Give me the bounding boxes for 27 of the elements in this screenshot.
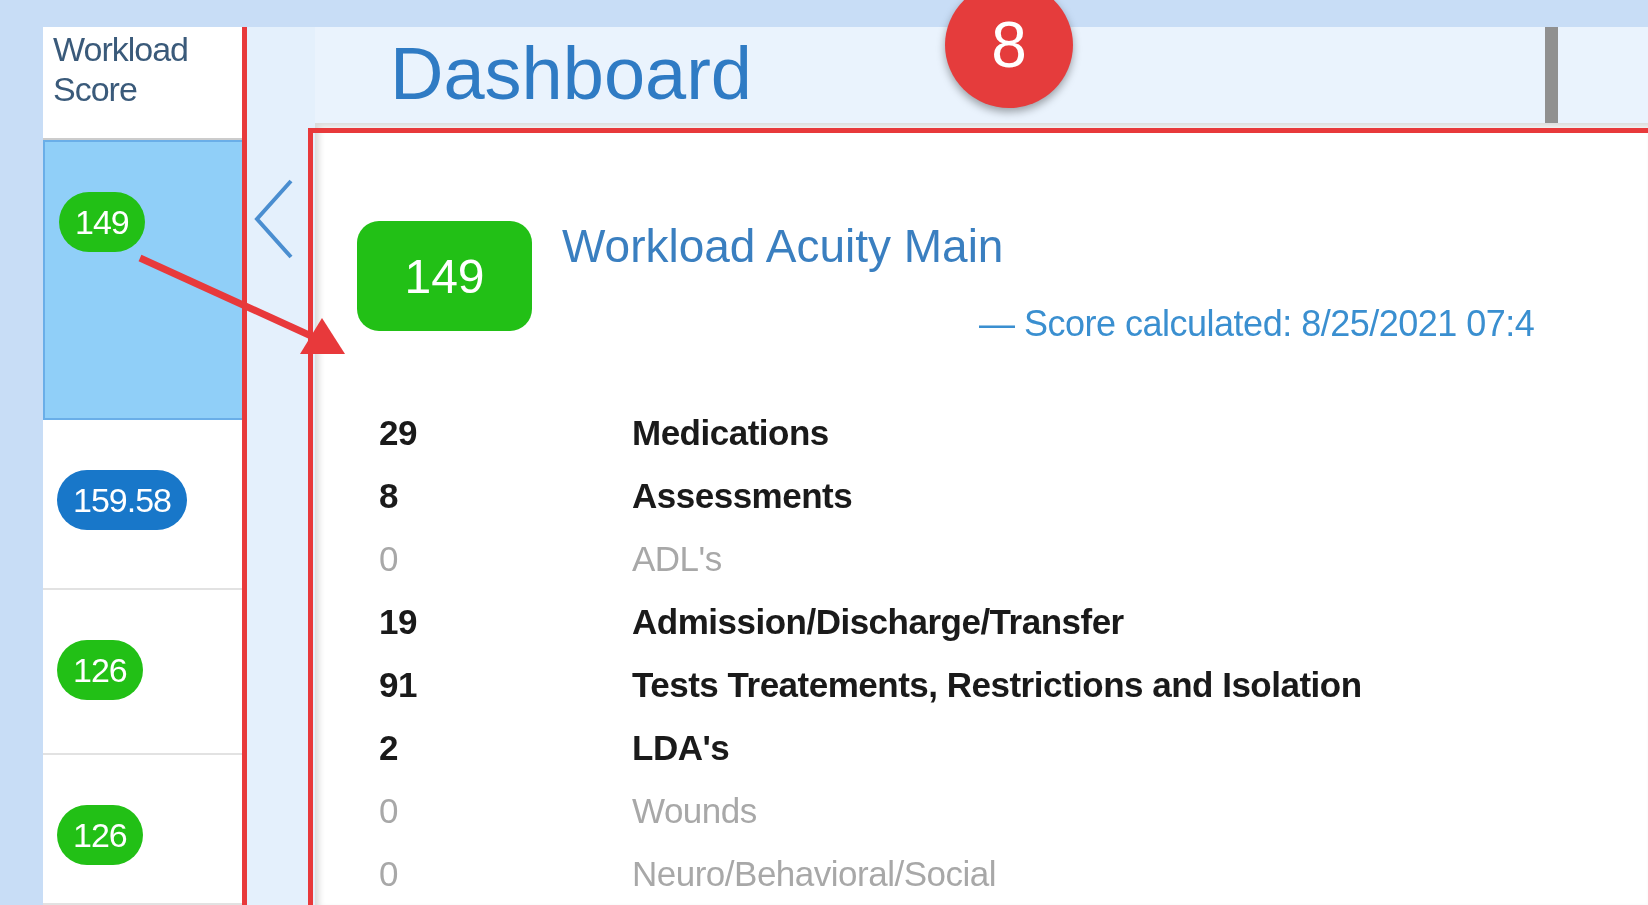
item-label: Assessments xyxy=(632,475,854,517)
item-count: 19 xyxy=(379,601,418,643)
item-label: Medications xyxy=(632,412,830,454)
score-timestamp: — Score calculated: 8/25/2021 07:4 xyxy=(979,303,1536,345)
list-row[interactable]: 149 xyxy=(43,140,245,420)
item-label: Admission/Discharge/Transfer xyxy=(632,601,1125,643)
item-label: ADL's xyxy=(632,538,723,580)
item-count: 29 xyxy=(379,412,418,454)
item-count: 91 xyxy=(379,664,418,706)
score-pill: 149 xyxy=(59,192,145,252)
item-label: Wounds xyxy=(632,790,758,832)
panel-title: Workload Acuity Main xyxy=(562,219,1004,273)
chevron-left-icon[interactable] xyxy=(253,179,293,259)
item-count: 0 xyxy=(379,538,399,580)
scrollbar-thumb[interactable] xyxy=(1545,27,1558,123)
score-badge: 149 xyxy=(357,221,532,331)
page-title: Dashboard xyxy=(390,31,752,117)
item-count: 0 xyxy=(379,853,399,895)
item-label: Neuro/Behavioral/Social xyxy=(632,853,997,895)
score-pill: 126 xyxy=(57,640,143,700)
item-count: 2 xyxy=(379,727,399,769)
item-count: 0 xyxy=(379,790,399,832)
score-pill: 126 xyxy=(57,805,143,865)
item-label: LDA's xyxy=(632,727,731,769)
score-pill: 159.58 xyxy=(57,470,187,530)
item-label: Tests Treatements, Restrictions and Isolation xyxy=(632,664,1363,706)
item-count: 8 xyxy=(379,475,399,517)
